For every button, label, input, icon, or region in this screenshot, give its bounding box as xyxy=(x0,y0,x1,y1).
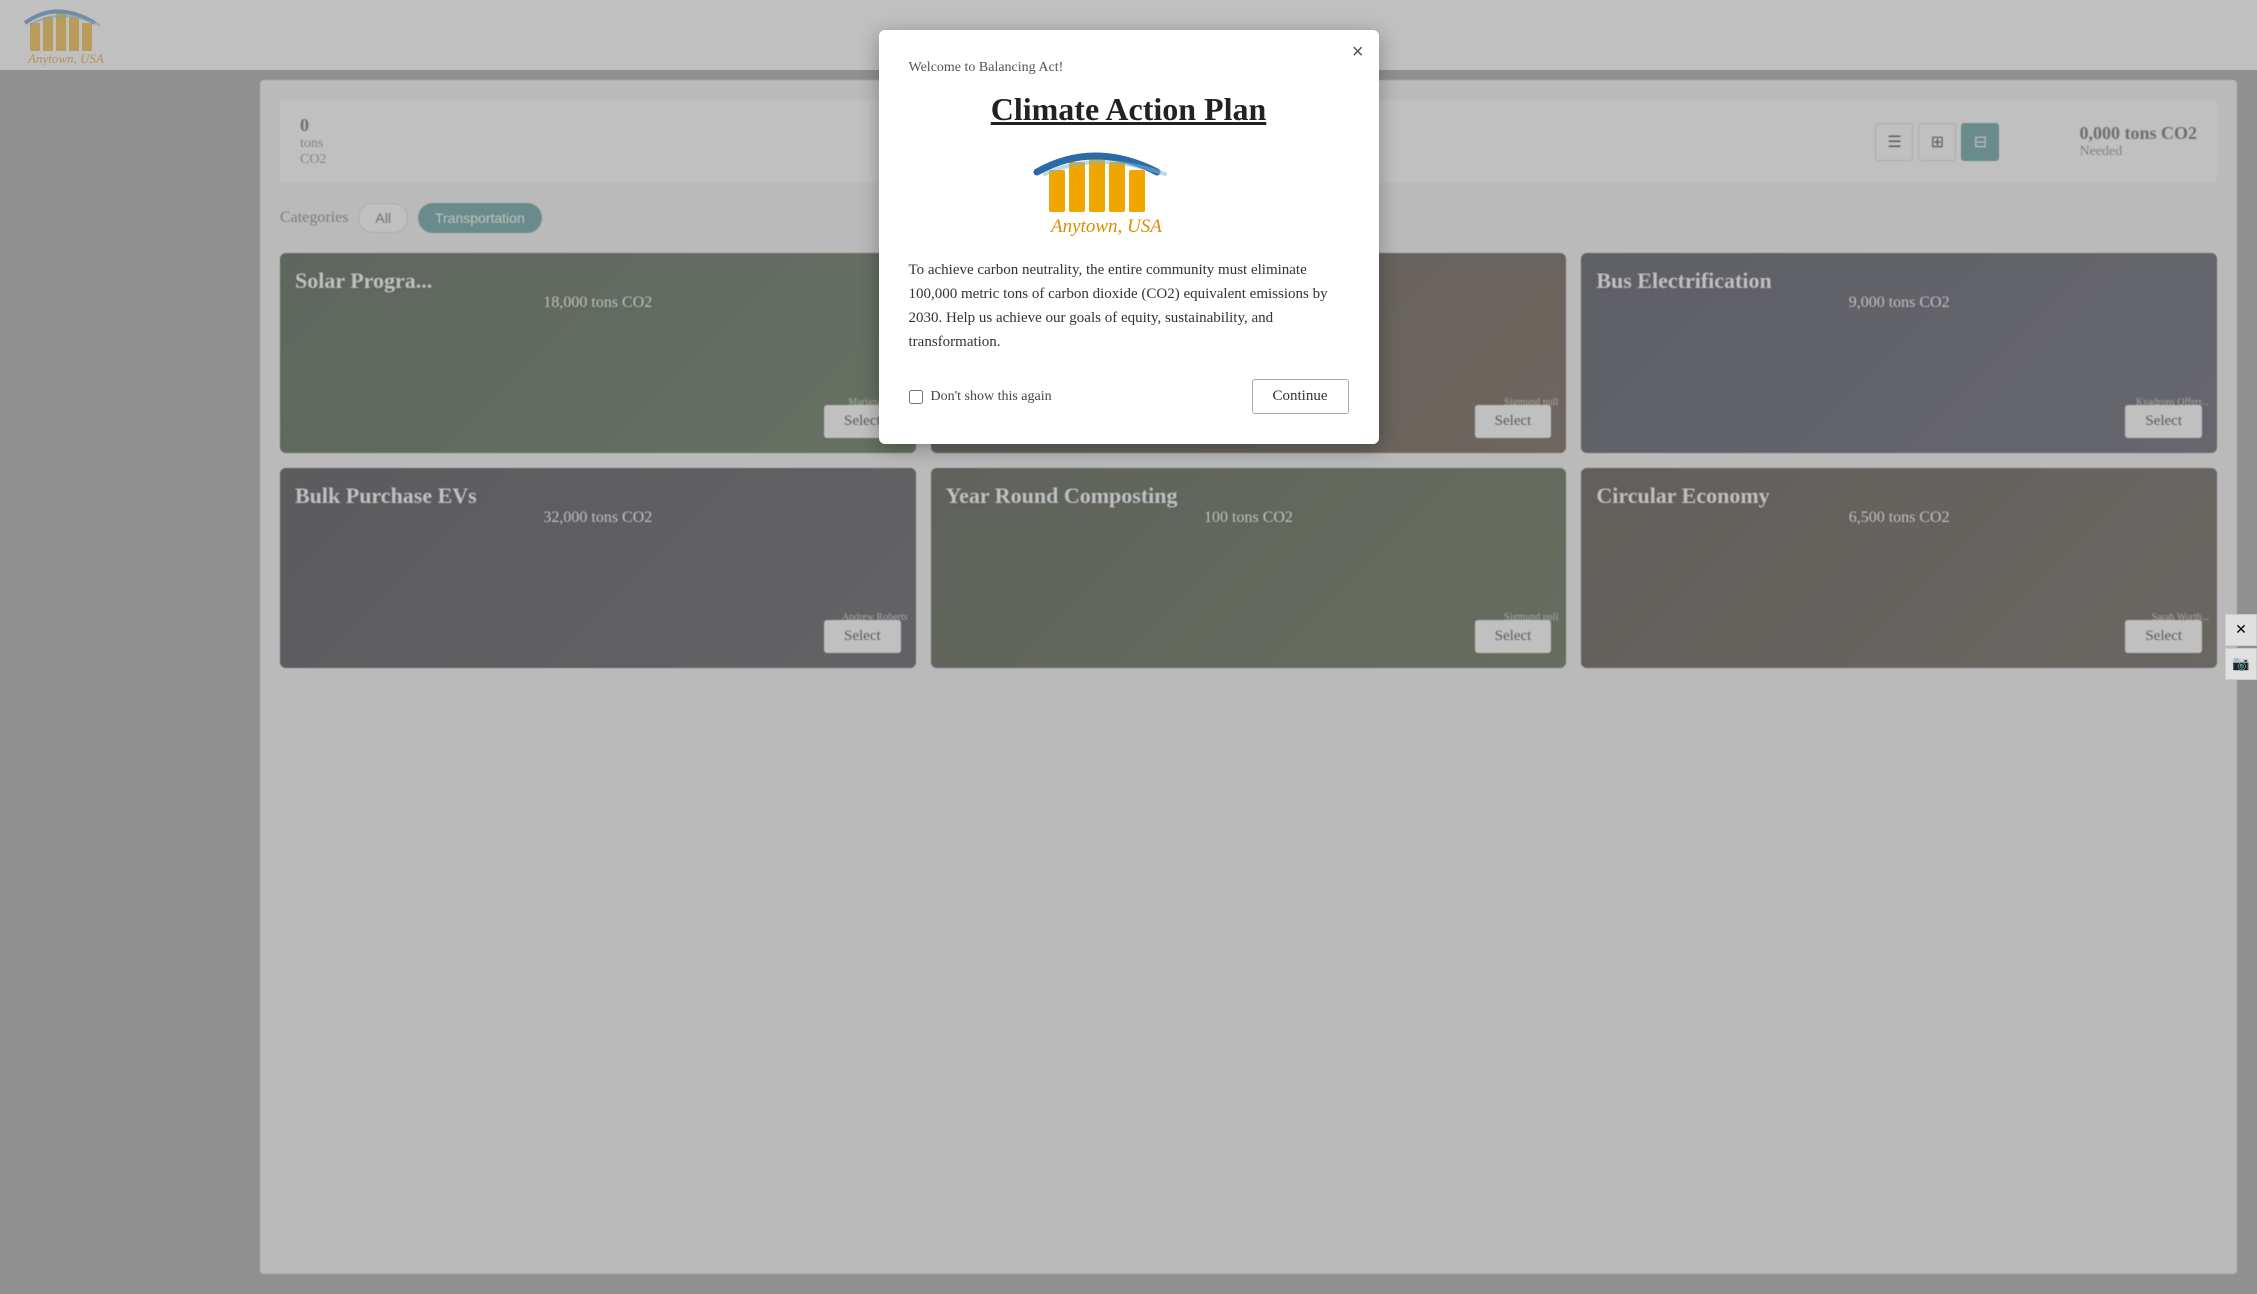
continue-button[interactable]: Continue xyxy=(1252,379,1349,414)
modal-subtitle: Welcome to Balancing Act! xyxy=(909,60,1349,76)
modal-overlay: × Welcome to Balancing Act! Climate Acti… xyxy=(0,0,2257,1294)
widget-camera-icon: 📷 xyxy=(2232,656,2249,673)
widget-camera-btn[interactable]: 📷 xyxy=(2225,648,2257,680)
widget-close-btn[interactable]: ✕ xyxy=(2225,614,2257,646)
modal-close-btn[interactable]: × xyxy=(1352,42,1364,62)
modal-logo-svg: Anytown, USA xyxy=(1029,148,1229,238)
right-widget: ✕ 📷 xyxy=(2225,614,2257,680)
modal-title: Climate Action Plan xyxy=(909,91,1349,128)
modal-logo-area: Anytown, USA xyxy=(909,148,1349,238)
modal-dialog: × Welcome to Balancing Act! Climate Acti… xyxy=(879,30,1379,444)
dont-show-label[interactable]: Don't show this again xyxy=(909,389,1052,405)
dont-show-text: Don't show this again xyxy=(931,389,1052,405)
dont-show-checkbox[interactable] xyxy=(909,390,923,404)
modal-description: To achieve carbon neutrality, the entire… xyxy=(909,258,1349,354)
modal-footer: Don't show this again Continue xyxy=(909,379,1349,414)
widget-close-icon: ✕ xyxy=(2235,622,2247,639)
svg-text:Anytown, USA: Anytown, USA xyxy=(1049,216,1162,237)
